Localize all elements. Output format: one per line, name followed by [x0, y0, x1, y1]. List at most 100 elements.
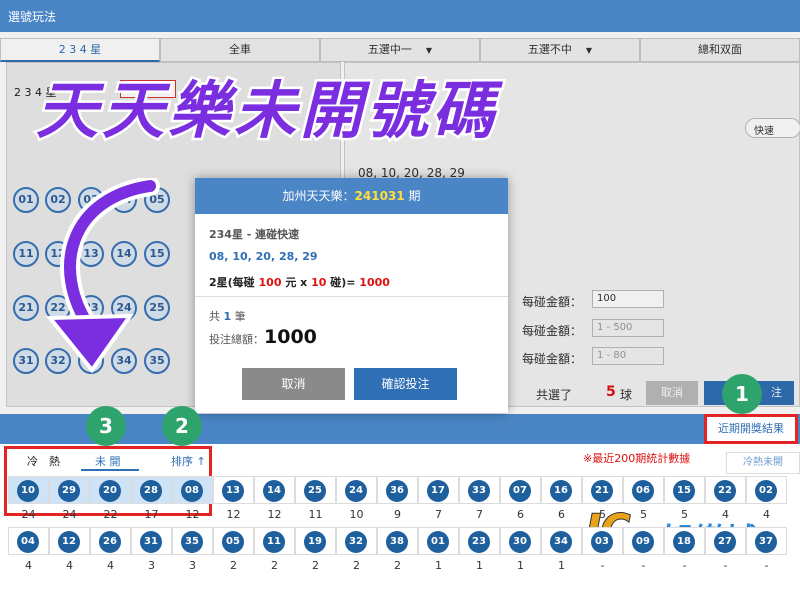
number-ball: 19 — [304, 531, 326, 553]
number-ball: 18 — [673, 531, 695, 553]
dialog-total: 投注總額：1000 — [209, 326, 317, 348]
number-ball: 33 — [468, 480, 490, 502]
table-cell: 08 — [172, 476, 213, 504]
occurrence-count: 2 — [230, 559, 237, 572]
number-ball: 08 — [181, 480, 203, 502]
table-cell: 26 — [90, 527, 131, 555]
table-cell: 21 — [582, 476, 623, 504]
dialog-play-type: 234星 - 連碰快速 — [209, 228, 300, 241]
table-cell: 33 — [459, 476, 500, 504]
occurrence-count: 9 — [394, 508, 401, 521]
table-cell: 35 — [172, 527, 213, 555]
occurrence-count: 6 — [558, 508, 565, 521]
occurrence-count: 24 — [21, 508, 36, 521]
number-ball: 24 — [345, 480, 367, 502]
occurrence-count: 3 — [148, 559, 155, 572]
table-cell: 20 — [90, 476, 131, 504]
number-ball: 05 — [222, 531, 244, 553]
table-cell: 36 — [377, 476, 418, 504]
occurrence-count: 1 — [517, 559, 524, 572]
table-cell: 32 — [336, 527, 377, 555]
number-ball: 26 — [99, 531, 121, 553]
number-ball: 14 — [263, 480, 285, 502]
occurrence-count: 17 — [144, 508, 159, 521]
formula-part: 碰)= — [326, 276, 360, 289]
table-cell: 23 — [459, 527, 500, 555]
occurrence-count: 22 — [103, 508, 118, 521]
step-badge-3: 3 — [86, 406, 126, 446]
occurrence-count: 4 — [25, 559, 32, 572]
dialog-numbers: 08, 10, 20, 28, 29 — [209, 250, 318, 263]
table-cell: 19 — [295, 527, 336, 555]
number-ball: 20 — [99, 480, 121, 502]
occurrence-count: 2 — [353, 559, 360, 572]
overlay-title: 天天樂未開號碼 — [33, 72, 499, 150]
dialog-cancel-button[interactable]: 取消 — [242, 368, 345, 400]
table-cell: 27 — [705, 527, 746, 555]
occurrence-count: 12 — [226, 508, 241, 521]
occurrence-count: 5 — [599, 508, 606, 521]
sort-button[interactable]: 排序 ↑ — [171, 453, 206, 469]
formula-part: 2星(每碰 — [209, 276, 259, 289]
table-cell: 03 — [582, 527, 623, 555]
tab-cold[interactable]: 冷 — [27, 453, 38, 469]
table-cell: 25 — [295, 476, 336, 504]
tab-hot[interactable]: 熱 — [49, 453, 60, 469]
table-cell: 22 — [705, 476, 746, 504]
occurrence-count: 1 — [558, 559, 565, 572]
number-ball: 27 — [714, 531, 736, 553]
window-title-bar: 選號玩法 — [0, 0, 800, 32]
number-ball: 28 — [140, 480, 162, 502]
table-cell: 38 — [377, 527, 418, 555]
formula-part: 元 x — [281, 276, 312, 289]
table-cell: 16 — [541, 476, 582, 504]
occurrence-count: 24 — [62, 508, 77, 521]
dialog-title-suffix: 期 — [408, 189, 421, 203]
count-prefix: 共 — [209, 310, 224, 323]
stats-note: ※最近200期統計數據 — [583, 452, 691, 465]
number-ball: 23 — [468, 531, 490, 553]
step-badge-2: 2 — [162, 406, 202, 446]
occurrence-count: - — [641, 559, 646, 572]
number-ball: 09 — [632, 531, 654, 553]
occurrence-count: 7 — [435, 508, 442, 521]
table-cell: 09 — [623, 527, 664, 555]
table-cell: 28 — [131, 476, 172, 504]
confirm-bet-dialog: 加州天天樂：241031 期 234星 - 連碰快速 08, 10, 20, 2… — [195, 178, 508, 413]
table-cell: 06 — [623, 476, 664, 504]
table-cell: 34 — [541, 527, 582, 555]
number-ball: 38 — [386, 531, 408, 553]
occurrence-count: 2 — [312, 559, 319, 572]
count-value: 1 — [223, 310, 232, 323]
formula-total: 1000 — [359, 276, 390, 289]
recent-results-button[interactable]: 近期開獎結果 — [704, 414, 798, 444]
table-cell: 29 — [49, 476, 90, 504]
number-ball: 21 — [591, 480, 613, 502]
curved-down-arrow-icon — [45, 178, 160, 374]
number-ball: 25 — [304, 480, 326, 502]
number-ball: 36 — [386, 480, 408, 502]
tab-unopened[interactable]: 未 開 — [95, 453, 121, 469]
number-ball: 10 — [17, 480, 39, 502]
dialog-header: 加州天天樂：241031 期 — [195, 178, 508, 214]
dialog-confirm-button[interactable]: 確認投注 — [354, 368, 457, 400]
occurrence-count: 5 — [681, 508, 688, 521]
number-ball: 11 — [263, 531, 285, 553]
table-cell: 01 — [418, 527, 459, 555]
number-ball: 06 — [632, 480, 654, 502]
dialog-period: 241031 — [354, 189, 405, 203]
formula-amount: 100 — [258, 276, 282, 289]
table-cell: 11 — [254, 527, 295, 555]
tab-hot-cold[interactable]: 冷熱未開 — [726, 452, 800, 474]
step-badge-1: 1 — [722, 374, 762, 414]
occurrence-count: 1 — [435, 559, 442, 572]
occurrence-count: - — [723, 559, 728, 572]
occurrence-count: 2 — [271, 559, 278, 572]
occurrence-count: 12 — [185, 508, 200, 521]
number-ball: 29 — [58, 480, 80, 502]
number-ball: 03 — [591, 531, 613, 553]
number-ball: 32 — [345, 531, 367, 553]
number-ball: 12 — [58, 531, 80, 553]
occurrence-count: 5 — [640, 508, 647, 521]
table-cell: 12 — [49, 527, 90, 555]
